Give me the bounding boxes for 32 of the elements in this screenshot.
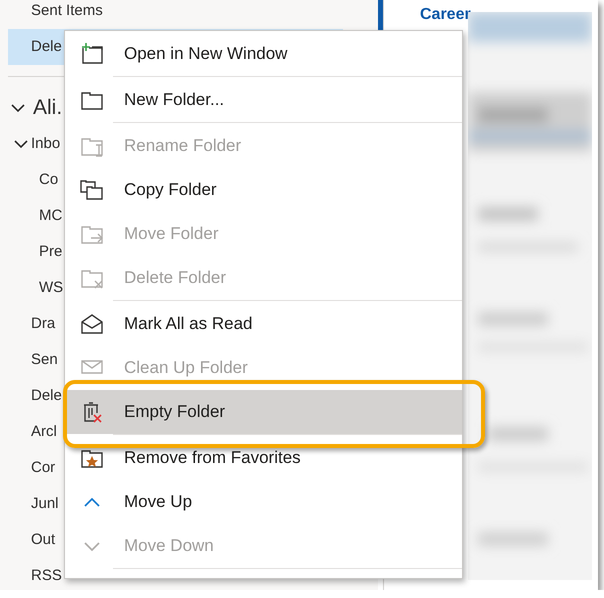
folder-name[interactable]: Junl <box>31 494 59 514</box>
folder-name[interactable]: Pre <box>39 242 62 262</box>
message-subject: Career <box>420 6 472 24</box>
menu-item[interactable]: Open in New Window <box>65 32 462 76</box>
accent-bar <box>378 0 383 30</box>
folder-name[interactable]: Arcl <box>31 422 57 442</box>
folder-name[interactable]: Inbo <box>31 134 60 154</box>
chevron-up-icon <box>84 498 100 506</box>
menu-item[interactable]: Remove from Favorites <box>65 436 462 480</box>
account-name[interactable]: Ali. <box>33 94 62 122</box>
chevron-down-icon[interactable] <box>14 139 28 149</box>
folder-name[interactable]: Dra <box>31 314 56 334</box>
folder-name[interactable]: Out <box>31 530 56 550</box>
folder-name[interactable]: Co <box>39 170 58 190</box>
menu-item[interactable]: Mark All as Read <box>65 302 462 346</box>
new-window-icon <box>80 42 104 66</box>
folder-name[interactable]: Dele <box>31 386 62 406</box>
menu-item[interactable]: Copy Folder <box>65 168 462 212</box>
folder-copy-icon <box>80 178 104 202</box>
folder-name[interactable]: Dele <box>31 37 62 57</box>
menu-item[interactable]: New Folder... <box>65 78 462 122</box>
folder-name[interactable]: MC <box>39 206 62 226</box>
folder-name[interactable]: Cor <box>31 458 56 478</box>
menu-item[interactable]: Empty Folder <box>65 390 462 434</box>
chevron-down-icon[interactable] <box>11 103 25 113</box>
folder-name[interactable]: RSS <box>31 566 62 586</box>
chevron-down-icon <box>84 542 100 550</box>
folder-name[interactable]: Sent Items <box>31 1 103 21</box>
folder-name[interactable]: WS <box>39 278 64 298</box>
open-envelope-icon <box>80 312 104 336</box>
folder-name[interactable]: Sen <box>31 350 58 370</box>
menu-item[interactable]: Move Up <box>65 480 462 524</box>
